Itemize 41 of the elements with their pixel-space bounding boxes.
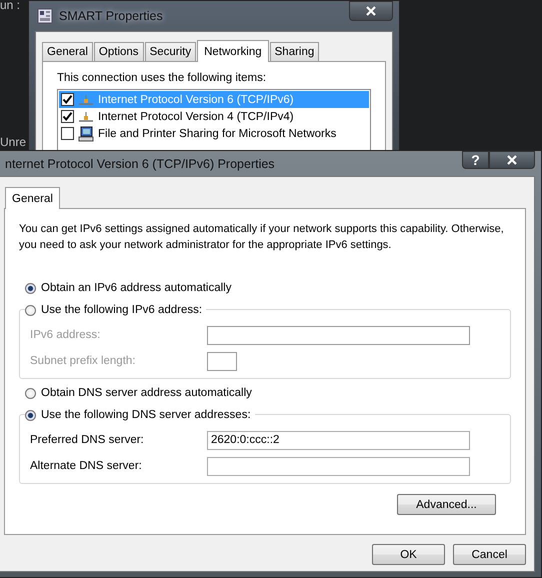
network-icon	[78, 110, 94, 122]
field-label: Subnet prefix length:	[30, 355, 136, 367]
window-title: SMART Properties	[59, 9, 164, 23]
radio-option[interactable]: Use the following DNS server addresses:	[25, 407, 255, 423]
checkbox[interactable]	[61, 93, 74, 106]
network-icon	[78, 94, 94, 106]
radio-button[interactable]	[25, 282, 36, 294]
close-icon	[365, 6, 377, 16]
dialog-button[interactable]: OK	[372, 544, 445, 565]
radio-option[interactable]: Obtain DNS server address automatically	[25, 385, 511, 401]
list-caption: This connection uses the following items:	[57, 72, 268, 84]
input-field[interactable]: 2620:0:ccc::2	[207, 430, 470, 450]
tab[interactable]: Options	[94, 42, 144, 61]
checkbox[interactable]	[61, 110, 74, 123]
advanced-button[interactable]: Advanced...	[397, 494, 496, 515]
radio-button[interactable]	[25, 410, 36, 420]
tab[interactable]: Sharing	[270, 42, 320, 61]
tab[interactable]: Security	[144, 42, 196, 61]
input-field[interactable]	[207, 456, 470, 476]
close-icon	[506, 155, 518, 165]
field-label: IPv6 address:	[30, 329, 102, 341]
tab[interactable]: Networking	[197, 40, 269, 62]
radio-button[interactable]	[25, 304, 36, 316]
close-button[interactable]	[489, 151, 535, 169]
description-text: You can get IPv6 settings assigned automatically if your network supports this capability. Otherwise, you need to ask your network administrator for the appropriate IPv6 settings.	[19, 222, 505, 253]
radio-option[interactable]: Obtain an IPv6 address automatically	[25, 280, 511, 296]
tab[interactable]: General	[42, 42, 93, 61]
help-button[interactable]: ?	[462, 151, 489, 169]
radio-option[interactable]: Use the following IPv6 address:	[25, 302, 206, 318]
list-item[interactable]: Internet Protocol Version 4 (TCP/IPv4)	[59, 108, 369, 125]
tab[interactable]: General	[5, 187, 60, 209]
computer-icon	[78, 126, 94, 142]
radio-button[interactable]	[25, 388, 36, 398]
terminal-text: un :	[0, 0, 20, 12]
list-item[interactable]: File and Printer Sharing for Microsoft Networks	[59, 125, 369, 142]
terminal-text: Unre	[0, 135, 26, 149]
checkbox[interactable]	[61, 127, 74, 140]
field-label: Alternate DNS server:	[30, 460, 143, 472]
field-label: Preferred DNS server:	[30, 434, 145, 446]
close-button[interactable]	[349, 1, 393, 21]
dialog-button[interactable]: Cancel	[453, 544, 526, 565]
